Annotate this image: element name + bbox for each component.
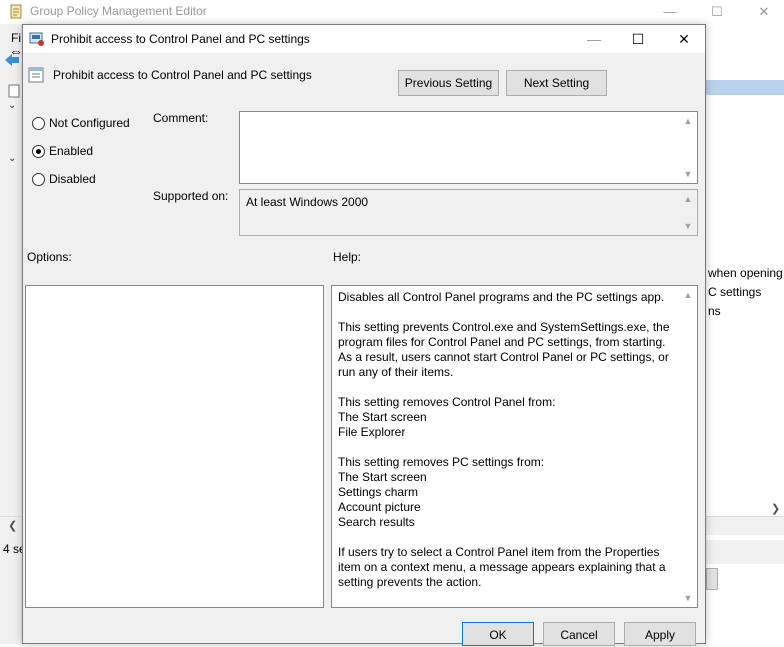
supported-on-label: Supported on:	[153, 189, 229, 203]
scroll-left-icon[interactable]: ❮	[8, 519, 17, 532]
radio-button[interactable]	[32, 172, 45, 186]
comment-label: Comment:	[153, 111, 209, 125]
supported-on-value: At least Windows 2000	[246, 195, 369, 209]
radio-button-checked[interactable]	[32, 144, 45, 158]
chevron-down-icon[interactable]: ⌄	[8, 153, 16, 164]
background-list-item[interactable]: when opening C	[708, 266, 784, 280]
background-button[interactable]	[706, 568, 718, 590]
cancel-button[interactable]: Cancel	[543, 622, 615, 646]
radio-label: Disabled	[49, 172, 96, 186]
chevron-down-icon[interactable]: ⌄	[8, 100, 16, 111]
background-close-icon[interactable]: ✕	[750, 2, 778, 22]
policy-setting-dialog: Prohibit access to Control Panel and PC …	[22, 24, 707, 646]
scroll-up-icon[interactable]: ▲	[681, 290, 695, 300]
options-pane[interactable]	[25, 285, 324, 608]
background-maximize-icon[interactable]: ☐	[703, 2, 731, 22]
help-pane[interactable]: Disables all Control Panel programs and …	[331, 285, 698, 608]
background-list-item[interactable]: ns	[708, 304, 784, 318]
scroll-right-icon[interactable]: ❯	[771, 502, 780, 515]
options-label: Options:	[27, 250, 72, 264]
scroll-down-icon[interactable]: ▼	[681, 593, 695, 603]
radio-label: Enabled	[49, 144, 94, 158]
policy-setting-icon	[29, 32, 44, 46]
resize-cursor-icon: ⇔	[9, 43, 23, 59]
setting-name: Prohibit access to Control Panel and PC …	[53, 68, 312, 82]
radio-enabled[interactable]: Enabled	[32, 142, 93, 160]
scroll-down-icon[interactable]: ▼	[681, 221, 695, 231]
background-window-title: Group Policy Management Editor	[30, 4, 207, 18]
maximize-icon[interactable]: ☐	[615, 25, 661, 53]
background-list-item[interactable]: C settings	[708, 285, 784, 299]
minimize-icon[interactable]: —	[571, 25, 617, 53]
apply-button[interactable]: Apply	[624, 622, 696, 646]
help-text: Disables all Control Panel programs and …	[338, 290, 670, 589]
document-icon	[8, 84, 20, 98]
scroll-up-icon[interactable]: ▲	[681, 116, 695, 126]
supported-on-field: At least Windows 2000 ▲ ▼	[239, 189, 698, 236]
scroll-down-icon[interactable]: ▼	[681, 169, 695, 179]
background-minimize-icon[interactable]: —	[656, 2, 684, 22]
comment-textarea[interactable]: ▲ ▼	[239, 111, 698, 184]
help-label: Help:	[333, 250, 362, 264]
next-setting-button[interactable]: Next Setting	[506, 70, 607, 96]
radio-label: Not Configured	[49, 116, 130, 130]
radio-disabled[interactable]: Disabled	[32, 170, 96, 188]
radio-button[interactable]	[32, 116, 45, 130]
scroll-up-icon[interactable]: ▲	[681, 194, 695, 204]
radio-not-configured[interactable]: Not Configured	[32, 114, 130, 132]
ok-button[interactable]: OK	[462, 622, 534, 646]
close-icon[interactable]: ✕	[661, 25, 707, 53]
dialog-title: Prohibit access to Control Panel and PC …	[51, 32, 310, 46]
previous-setting-button[interactable]: Previous Setting	[398, 70, 499, 96]
policy-icon	[10, 4, 22, 19]
background-statusbar-right	[706, 540, 784, 564]
background-selected-header	[706, 80, 784, 95]
setting-document-icon	[28, 67, 44, 83]
